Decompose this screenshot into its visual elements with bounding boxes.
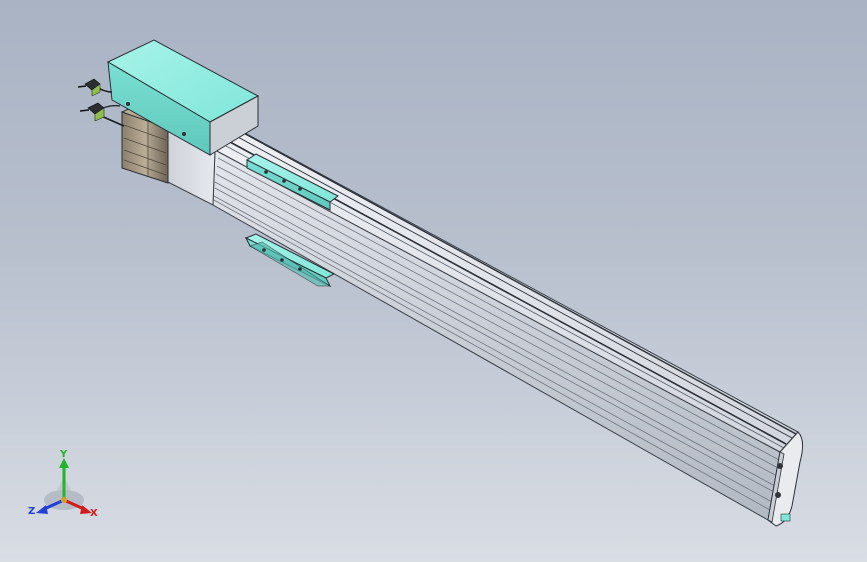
connector-top — [77, 78, 101, 97]
linear-actuator-model[interactable] — [0, 0, 867, 562]
end-cap-screw-top — [777, 463, 783, 469]
x-axis-label: X — [90, 508, 98, 519]
cad-viewport[interactable]: Y X Z — [0, 0, 867, 562]
y-axis-label: Y — [59, 449, 68, 460]
z-axis-label: Z — [28, 506, 35, 517]
connector-bottom — [79, 102, 105, 122]
end-cap-screw-bottom — [775, 492, 781, 498]
orientation-triad[interactable]: Y X Z — [22, 448, 112, 528]
